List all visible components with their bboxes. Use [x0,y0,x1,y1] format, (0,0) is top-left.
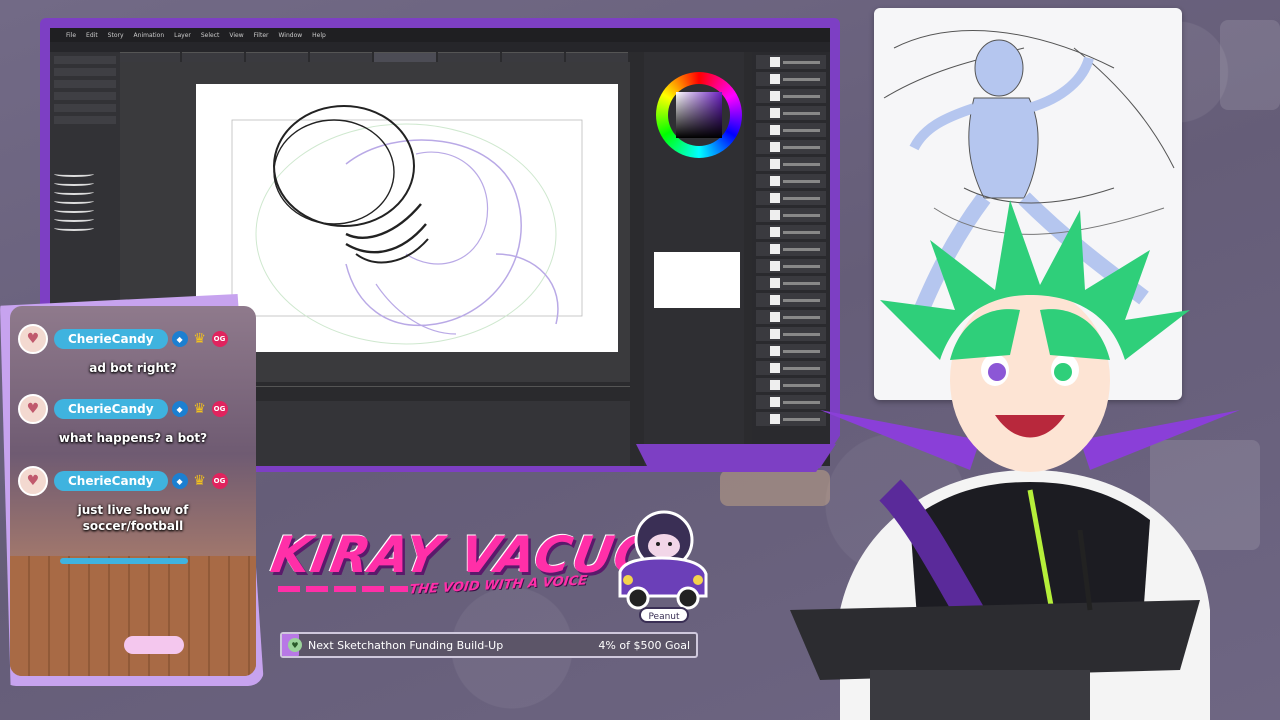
chat-background-floor [10,556,256,676]
timeline-panel[interactable] [240,386,630,466]
sketch-drawing [231,105,583,345]
menu-item[interactable]: View [229,32,243,39]
chat-username: CherieCandy [54,329,168,349]
property-row[interactable] [54,92,116,100]
crown-badge-icon: ♛ [193,331,206,347]
layer-row[interactable] [756,72,826,86]
tool-property-panel [50,52,120,312]
chat-user-avatar: ♥ [18,324,48,354]
chat-message: ♥ CherieCandy ◆ ♛ OG ad bot right? [18,324,248,376]
property-row[interactable] [54,56,116,64]
menu-item[interactable]: File [66,32,76,39]
chat-message-text: just live show of soccer/football [77,503,189,533]
chat-message-text: what happens? a bot? [58,431,208,445]
brush-preset[interactable] [54,207,94,213]
layer-row[interactable] [756,174,826,188]
chat-user-avatar: ♥ [18,394,48,424]
background-sticker [1220,20,1280,110]
chat-user-avatar: ♥ [18,466,48,496]
chat-message: ♥ CherieCandy ◆ ♛ OG what happens? a bot… [18,394,248,446]
navigator-preview[interactable] [654,252,740,308]
brush-preset[interactable] [54,180,94,186]
goal-heart-icon: ♥ [288,638,302,652]
chat-panel: ♥ CherieCandy ◆ ♛ OG ad bot right? ♥ Che… [10,306,256,676]
vtuber-avatar [780,190,1280,720]
drawing-canvas[interactable] [196,84,618,352]
brush-preset[interactable] [54,216,94,222]
canvas-tabs [118,52,628,62]
layer-row[interactable] [756,157,826,171]
property-row[interactable] [54,104,116,112]
canvas-tab[interactable] [246,52,308,62]
canvas-tab[interactable] [182,52,244,62]
layer-row[interactable] [756,123,826,137]
brush-preset[interactable] [54,198,94,204]
menu-item[interactable]: Story [108,32,124,39]
layer-row[interactable] [756,140,826,154]
chat-decoration-pill [124,636,184,654]
brush-preset[interactable] [54,189,94,195]
crown-badge-icon: ♛ [193,473,206,489]
og-badge: OG [211,331,228,347]
mascot-plate-text: Peanut [648,612,680,622]
channel-logo: KIRAY VACUO THE VOID WITH A VOICE [267,520,663,610]
menu-item[interactable]: Edit [86,32,98,39]
mascot-car-icon: Peanut [606,500,714,628]
crown-badge-icon: ♛ [193,401,206,417]
canvas-tab-active[interactable] [374,52,436,62]
logo-underline [278,586,408,592]
chat-username: CherieCandy [54,471,168,491]
subscriber-badge-icon: ◆ [171,331,188,347]
color-and-navigator-panel [644,52,744,466]
chat-username: CherieCandy [54,399,168,419]
subscriber-badge-icon: ◆ [171,401,188,417]
brush-preset[interactable] [54,171,94,177]
canvas-tab[interactable] [118,52,180,62]
og-badge: OG [211,401,228,417]
command-bar [50,42,830,52]
canvas-tab[interactable] [566,52,628,62]
canvas-tab[interactable] [310,52,372,62]
brush-preset[interactable] [54,225,94,231]
timeline-ruler[interactable] [240,387,630,401]
chat-message: ♥ CherieCandy ◆ ♛ OG just live show of s… [18,466,248,534]
goal-progress-text: 4% of $500 Goal [598,638,690,652]
logo-title: KIRAY VACUO [266,526,663,584]
funding-goal-bar: ♥ Next Sketchathon Funding Build-Up 4% o… [280,632,698,658]
layer-row[interactable] [756,89,826,103]
property-row[interactable] [54,116,116,124]
chat-divider-bar [60,558,188,564]
property-row[interactable] [54,80,116,88]
menu-item[interactable]: Filter [254,32,269,39]
menu-item[interactable]: Animation [134,32,165,39]
menu-item[interactable]: Help [312,32,326,39]
canvas-tab[interactable] [438,52,500,62]
canvas-tab[interactable] [502,52,564,62]
color-picker-square[interactable] [676,92,722,138]
menu-bar: File Edit Story Animation Layer Select V… [50,28,830,42]
menu-item[interactable]: Select [201,32,220,39]
subscriber-badge-icon: ◆ [171,473,188,489]
menu-item[interactable]: Window [278,32,302,39]
menu-item[interactable]: Layer [174,32,191,39]
layer-row[interactable] [756,106,826,120]
goal-label: Next Sketchathon Funding Build-Up [308,638,504,652]
og-badge: OG [211,473,228,489]
chat-message-text: ad bot right? [89,361,177,375]
layer-row[interactable] [756,55,826,69]
property-row[interactable] [54,68,116,76]
